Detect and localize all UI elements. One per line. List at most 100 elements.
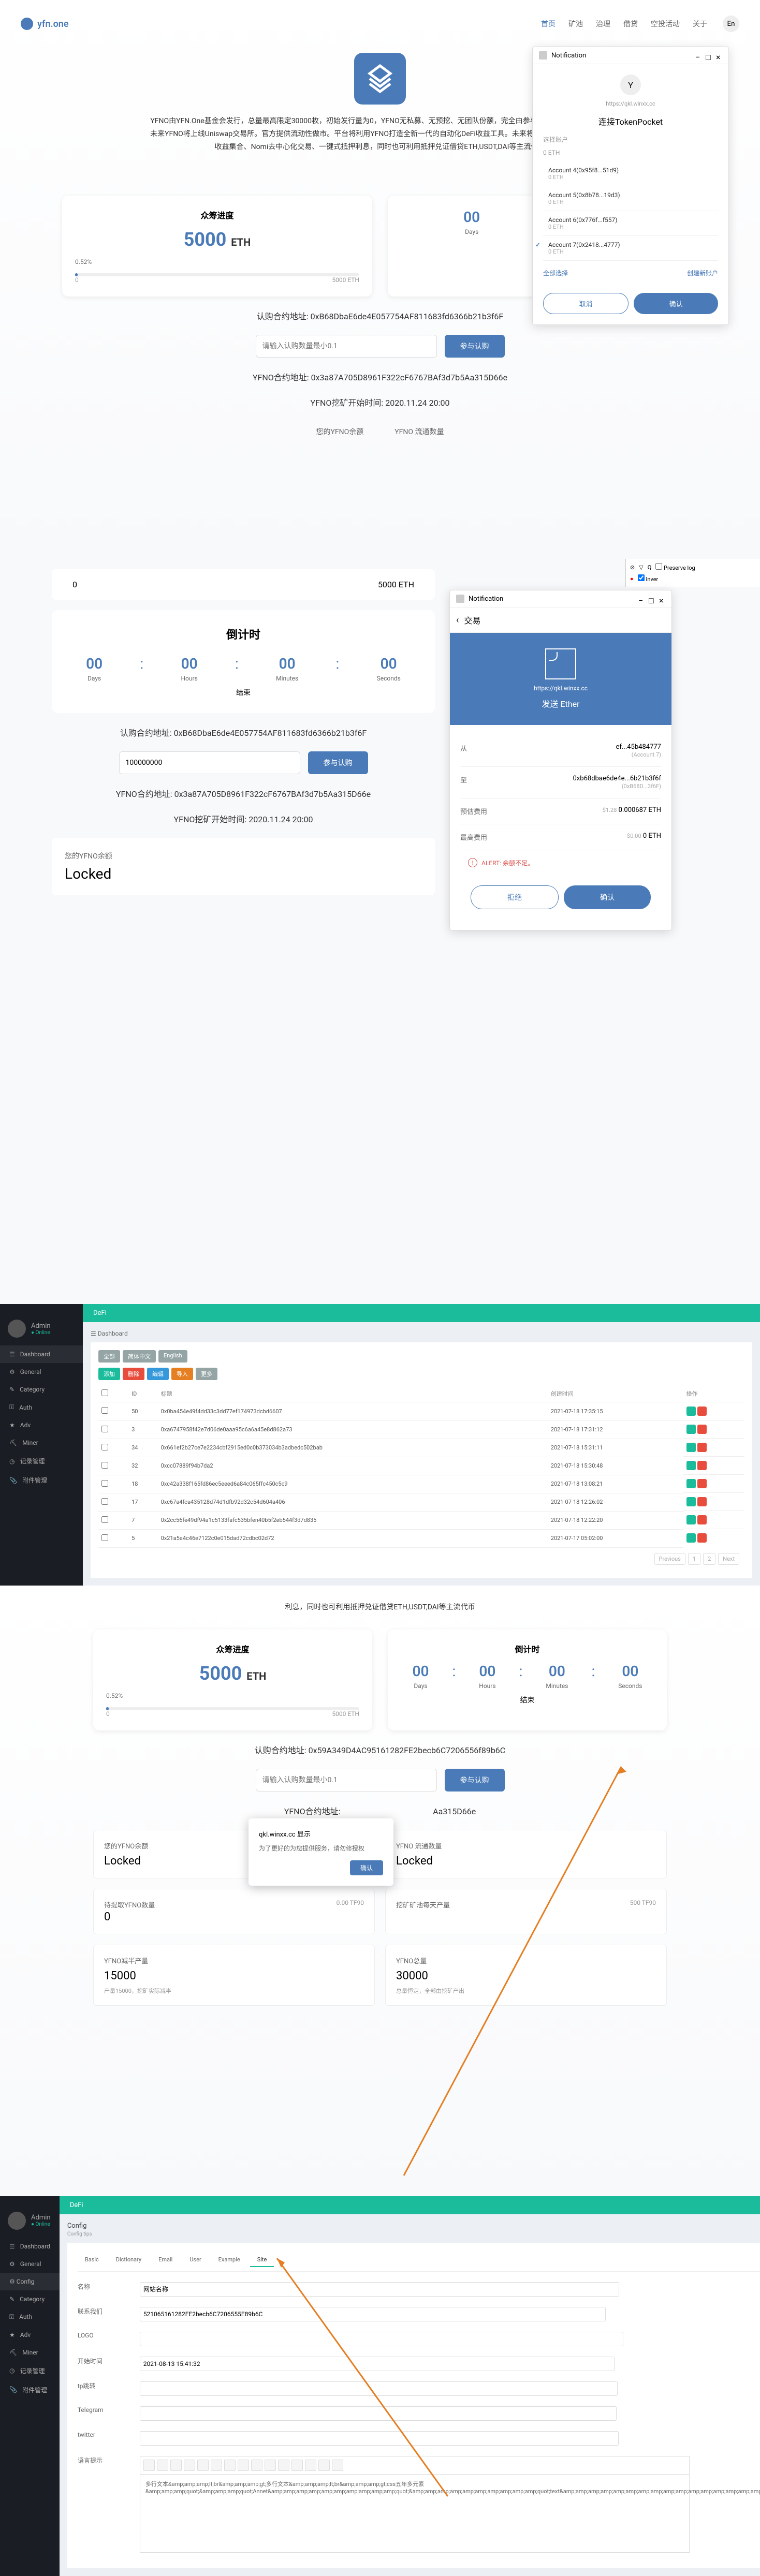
cfg-tab-site[interactable]: Site xyxy=(250,2253,274,2267)
cfg-tab-example[interactable]: Example xyxy=(211,2253,247,2267)
delete-icon[interactable] xyxy=(697,1497,707,1506)
row-checkbox[interactable] xyxy=(101,1426,108,1432)
row-checkbox[interactable] xyxy=(101,1407,108,1414)
admin-nav-files[interactable]: 📎 附件管理 xyxy=(0,1471,83,1490)
editor-btn[interactable] xyxy=(170,2460,182,2471)
devtools-search-icon[interactable]: Q xyxy=(648,564,652,571)
nav-gov[interactable]: 治理 xyxy=(596,19,610,29)
admin-nav-category[interactable]: ✎ Category xyxy=(0,1381,83,1398)
cfg-tab-basic[interactable]: Basic xyxy=(78,2253,106,2267)
rich-editor[interactable]: 多行文本&amp;amp;amp;lt;br&amp;amp;amp;gt;多行… xyxy=(140,2456,690,2553)
delete-icon[interactable] xyxy=(697,1425,707,1434)
nav-pool[interactable]: 矿池 xyxy=(568,19,583,29)
minimize-icon[interactable]: − xyxy=(638,596,645,602)
editor-btn[interactable] xyxy=(332,2460,343,2471)
cfg-tab-email[interactable]: Email xyxy=(151,2253,180,2267)
admin-nav-miner[interactable]: ⛏ Miner xyxy=(0,2344,60,2361)
row-checkbox[interactable] xyxy=(101,1516,108,1523)
btn-more[interactable]: 更多 xyxy=(196,1368,217,1380)
participate-button-2[interactable]: 参与认购 xyxy=(308,751,368,774)
amount-input[interactable] xyxy=(256,335,437,358)
admin-nav-general[interactable]: ⚙ General xyxy=(0,1363,83,1381)
editor-btn[interactable] xyxy=(251,2460,262,2471)
select-all-checkbox[interactable] xyxy=(101,1389,108,1396)
admin-nav-dashboard[interactable]: ☰ Dashboard xyxy=(0,1345,83,1363)
admin-nav-adv[interactable]: ★ Adv xyxy=(0,2326,60,2344)
amount-input-4[interactable] xyxy=(256,1769,437,1792)
editor-btn[interactable] xyxy=(211,2460,222,2471)
lang-toggle[interactable]: En xyxy=(723,16,739,32)
admin-nav-records[interactable]: ◷ 记录管理 xyxy=(0,1452,83,1471)
close-icon[interactable]: × xyxy=(716,52,722,58)
nav-airdrop[interactable]: 空投活动 xyxy=(651,19,680,29)
edit-icon[interactable] xyxy=(686,1425,696,1434)
delete-icon[interactable] xyxy=(697,1443,707,1452)
delete-icon[interactable] xyxy=(697,1479,707,1488)
select-all-link[interactable]: 全部选择 xyxy=(543,269,568,277)
row-checkbox[interactable] xyxy=(101,1498,108,1505)
edit-icon[interactable] xyxy=(686,1479,696,1488)
config-input[interactable] xyxy=(140,2332,623,2346)
edit-icon[interactable] xyxy=(686,1443,696,1452)
admin-nav-dashboard[interactable]: ☰ Dashboard xyxy=(0,2238,60,2255)
edit-icon[interactable] xyxy=(686,1515,696,1524)
admin-nav-auth[interactable]: ⚿ Auth xyxy=(0,2308,60,2326)
admin-nav-miner[interactable]: ⛏ Miner xyxy=(0,1434,83,1452)
tab-balance[interactable]: 您的YFNO余额 xyxy=(311,421,369,442)
config-input[interactable] xyxy=(140,2381,618,2396)
devtools-record-icon[interactable]: ● xyxy=(630,575,634,582)
edit-icon[interactable] xyxy=(686,1533,696,1543)
maximize-icon[interactable]: □ xyxy=(706,52,712,58)
admin-nav-general[interactable]: ⚙ General xyxy=(0,2255,60,2273)
config-input[interactable] xyxy=(140,2307,606,2321)
tab-en[interactable]: English xyxy=(158,1350,187,1363)
nav-lend[interactable]: 借贷 xyxy=(623,19,638,29)
editor-btn[interactable] xyxy=(197,2460,209,2471)
row-checkbox[interactable] xyxy=(101,1480,108,1487)
create-account-link[interactable]: 创建新账户 xyxy=(687,269,718,277)
btn-import[interactable]: 导入 xyxy=(171,1368,193,1380)
btn-add[interactable]: 添加 xyxy=(98,1368,120,1380)
config-input[interactable] xyxy=(140,2431,619,2446)
devtools-close-icon[interactable]: ⊘ xyxy=(630,564,635,571)
editor-btn[interactable] xyxy=(305,2460,316,2471)
config-input[interactable] xyxy=(140,2357,615,2371)
back-icon[interactable]: ‹ xyxy=(456,615,459,626)
tx-confirm-button[interactable]: 确认 xyxy=(564,885,651,909)
tx-reject-button[interactable]: 拒绝 xyxy=(471,885,559,909)
edit-icon[interactable] xyxy=(686,1461,696,1470)
admin-nav-config[interactable]: ⚙ Config xyxy=(0,2273,60,2290)
nav-home[interactable]: 首页 xyxy=(541,19,556,29)
edit-icon[interactable] xyxy=(686,1497,696,1506)
page-prev[interactable]: Previous xyxy=(654,1553,685,1565)
devtools-filter-icon[interactable]: ▽ xyxy=(639,564,643,571)
page-1[interactable]: 1 xyxy=(688,1553,700,1565)
account-item[interactable]: Account 5(0x8b78...19d3)0 ETH xyxy=(543,186,718,211)
row-checkbox[interactable] xyxy=(101,1534,108,1541)
row-checkbox[interactable] xyxy=(101,1462,108,1469)
account-item[interactable]: Account 6(0x776f...f557)0 ETH xyxy=(543,211,718,236)
editor-btn[interactable] xyxy=(291,2460,303,2471)
delete-icon[interactable] xyxy=(697,1515,707,1524)
btn-delete[interactable]: 删除 xyxy=(123,1368,144,1380)
tab-all[interactable]: 全部 xyxy=(98,1350,120,1363)
editor-btn[interactable] xyxy=(278,2460,289,2471)
admin-nav-records[interactable]: ◷ 记录管理 xyxy=(0,2361,60,2380)
editor-btn[interactable] xyxy=(143,2460,155,2471)
close-icon[interactable]: × xyxy=(659,596,665,602)
editor-btn[interactable] xyxy=(184,2460,195,2471)
wallet-cancel-button[interactable]: 取消 xyxy=(543,293,629,314)
wallet-confirm-button[interactable]: 确认 xyxy=(634,293,718,314)
editor-btn[interactable] xyxy=(318,2460,330,2471)
editor-btn[interactable] xyxy=(224,2460,236,2471)
maximize-icon[interactable]: □ xyxy=(649,596,655,602)
cfg-tab-user[interactable]: User xyxy=(182,2253,208,2267)
logo[interactable]: yfn.one xyxy=(21,18,69,30)
tab-supply[interactable]: YFNO 流通数量 xyxy=(389,421,449,442)
nav-about[interactable]: 关于 xyxy=(693,19,707,29)
alert-confirm-button[interactable]: 确认 xyxy=(350,1860,383,1875)
page-2[interactable]: 2 xyxy=(703,1553,715,1565)
admin-nav-files[interactable]: 📎 附件管理 xyxy=(0,2380,60,2400)
tab-cn[interactable]: 简体中文 xyxy=(123,1350,156,1363)
btn-edit[interactable]: 编辑 xyxy=(147,1368,169,1380)
